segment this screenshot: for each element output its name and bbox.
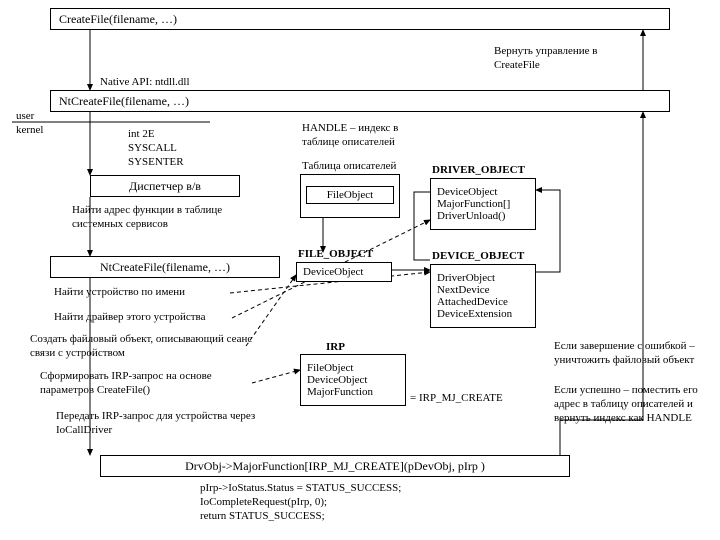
label-file-object: FILE_OBJECT [298,248,373,262]
note-on-error: Если завершение с ошибкой – уничтожить ф… [554,340,714,368]
note-native-api: Native API: ntdll.dll [100,76,190,90]
handle-table-row: FileObject [306,186,394,204]
label-irp-mj-create: = IRP_MJ_CREATE [410,392,503,406]
note-handle-index: HANDLE – индекс в таблице описателей [302,122,432,150]
step-form-irp: Сформировать IRP-запрос на основе параме… [40,370,260,398]
box-device-object: DriverObject NextDevice AttachedDevice D… [430,264,536,328]
box-irp: FileObject DeviceObject MajorFunction [300,354,406,406]
label-irp: IRP [326,341,345,355]
box-io-dispatcher: Диспетчер в/в [90,175,240,197]
note-on-success: Если успешно – поместить его адрес в таб… [554,384,714,425]
step-create-fileobject: Создать файловый объект, описывающий сеа… [30,333,276,361]
note-return-createfile: Вернуть управление в CreateFile [494,45,624,73]
step-find-device: Найти устройство по имени [54,286,254,300]
box-driver-object: DeviceObject MajorFunction[] DriverUnloa… [430,178,536,230]
box-ntcreatefile-1: NtCreateFile(filename, …) [50,90,670,112]
label-driver-object: DRIVER_OBJECT [432,164,525,178]
note-find-syssvc: Найти адрес функции в таблице системных … [72,204,272,232]
label-kernel: kernel [16,124,43,138]
box-file-object: DeviceObject [296,262,392,282]
label-user: user [16,110,34,124]
box-ntcreatefile-2: NtCreateFile(filename, …) [50,256,280,278]
step-iocalldriver: Передать IRP-запрос для устройства через… [56,410,256,438]
note-int2e: int 2E SYSCALL SYSENTER [128,128,184,169]
label-device-object: DEVICE_OBJECT [432,250,524,264]
caption-handle-table: Таблица описателей [302,160,396,174]
box-createfile: CreateFile(filename, …) [50,8,670,30]
box-drv-majorfunction: DrvObj->MajorFunction[IRP_MJ_CREATE](pDe… [100,455,570,477]
code-bottom: pIrp->IoStatus.Status = STATUS_SUCCESS; … [200,482,401,523]
step-find-driver: Найти драйвер этого устройства [54,311,254,325]
